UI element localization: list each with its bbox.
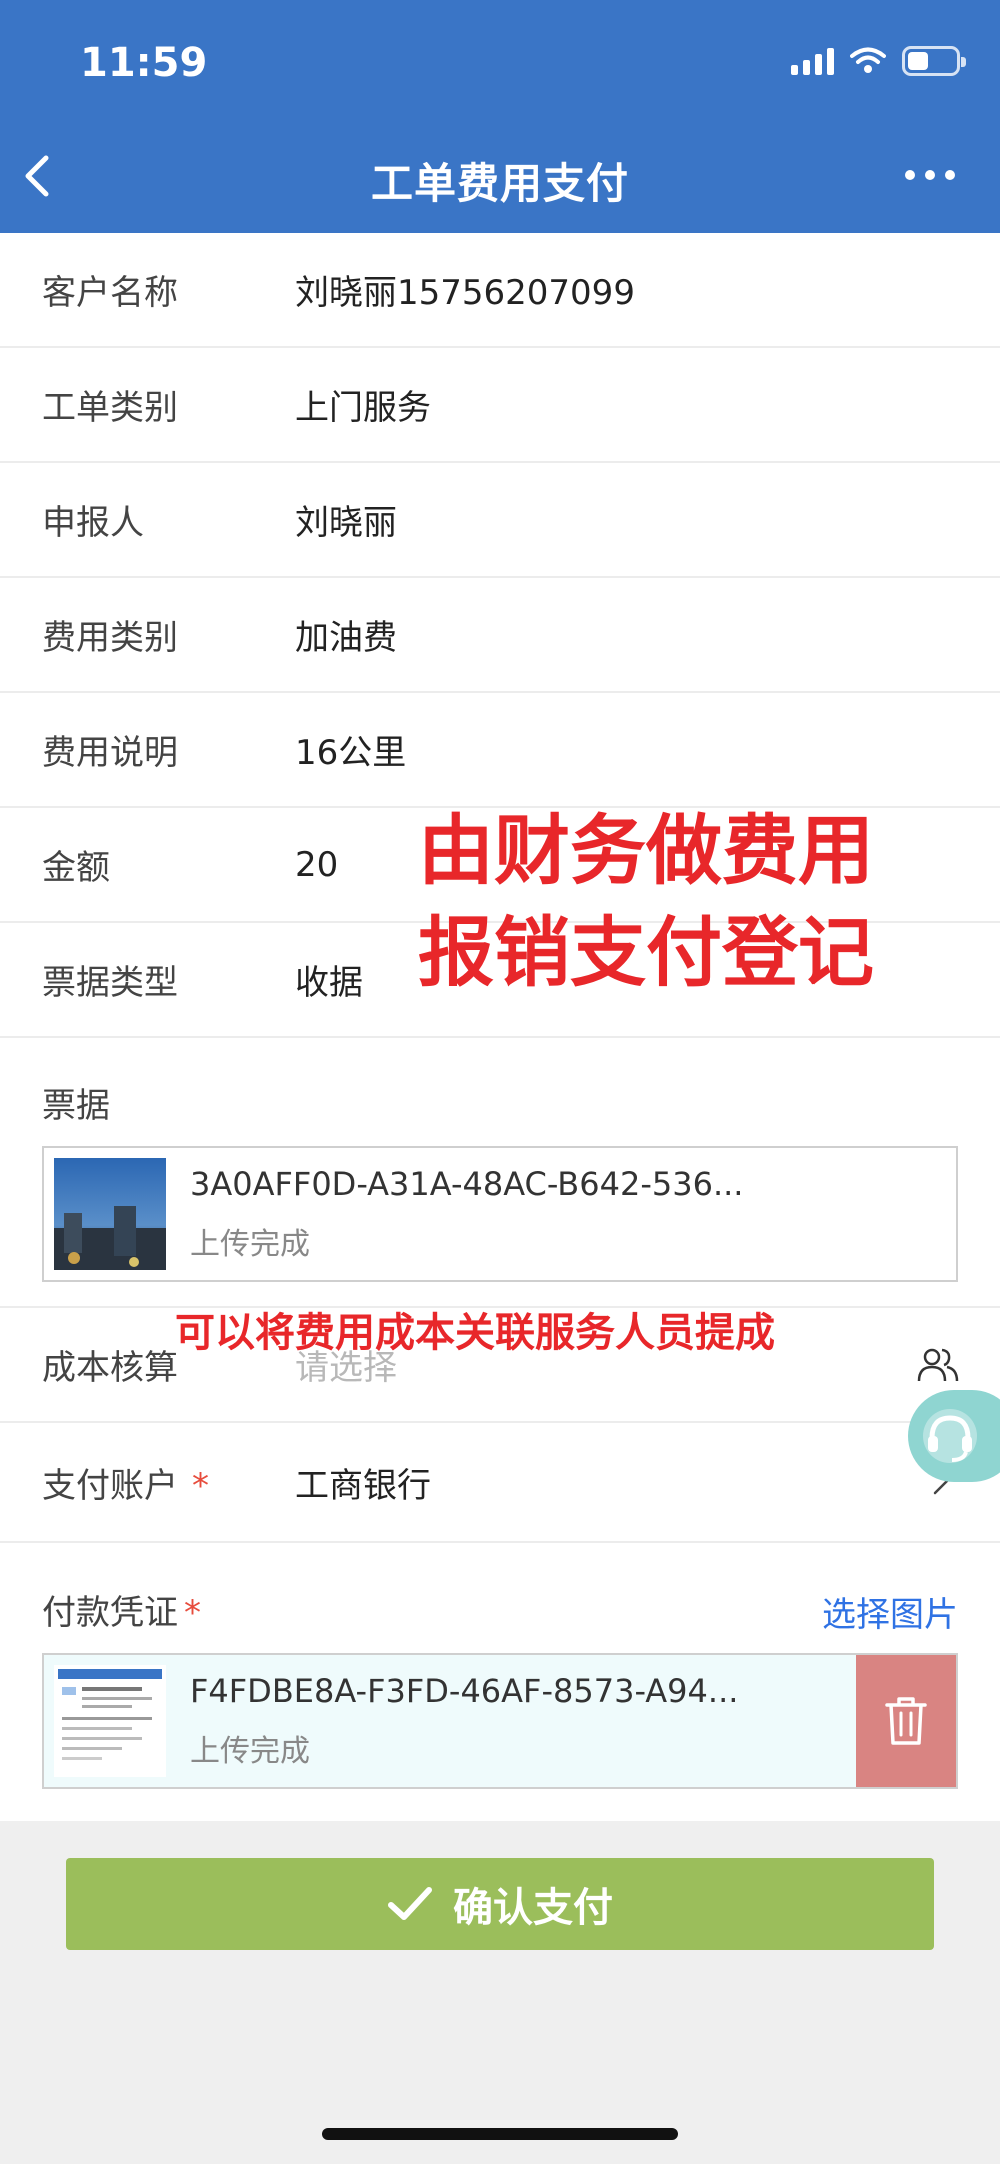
field-label: 费用类别	[42, 618, 178, 658]
field-label: 支付账户 *	[42, 1458, 209, 1507]
delete-voucher-button[interactable]	[856, 1655, 956, 1787]
field-value: 加油费	[295, 618, 397, 658]
field-applicant: 申报人 刘晓丽	[0, 463, 1000, 578]
field-value: 收据	[295, 963, 363, 1003]
field-label: 金额	[42, 848, 110, 888]
receipt-thumbnail	[54, 1158, 166, 1270]
required-mark: *	[184, 1593, 201, 1633]
voucher-file-card[interactable]: F4FDBE8A-F3FD-46AF-8573-A94... 上传完成	[42, 1653, 958, 1789]
field-label: 成本核算	[42, 1348, 178, 1388]
field-label: 费用说明	[42, 733, 178, 773]
payment-account-value[interactable]: 工商银行	[295, 1458, 431, 1507]
battery-icon	[902, 46, 966, 76]
field-expense-type: 费用类别 加油费	[0, 578, 1000, 693]
field-label: 付款凭证 *	[42, 1585, 201, 1634]
receipt-section: 票据 3A0AFF0D-A31A-48AC-B642-536... 上传完成	[0, 1038, 1000, 1308]
payment-voucher-section: 付款凭证 * 选择图片 F4FDBE8A-F3FD-46AF-8573-A94..…	[0, 1543, 1000, 1821]
cost-annotation: 可以将费用成本关联服务人员提成	[175, 1310, 775, 1356]
payment-voucher-label: 付款凭证	[42, 1593, 178, 1633]
finance-annotation-line2: 报销支付登记	[418, 908, 874, 997]
receipt-upload-status: 上传完成	[190, 1227, 310, 1262]
field-label: 票据类型	[42, 963, 178, 1003]
field-value: 刘晓丽	[295, 503, 397, 543]
wifi-icon	[850, 47, 886, 73]
cellular-signal-icon	[791, 47, 834, 75]
payment-account-label: 支付账户	[42, 1465, 178, 1506]
voucher-thumbnail	[54, 1665, 166, 1777]
field-value: 刘晓丽15756207099	[295, 273, 635, 313]
receipt-file-name: 3A0AFF0D-A31A-48AC-B642-536...	[190, 1165, 744, 1203]
field-expense-description: 费用说明 16公里	[0, 693, 1000, 808]
field-customer-name: 客户名称 刘晓丽15756207099	[0, 233, 1000, 348]
choose-image-link[interactable]: 选择图片	[822, 1587, 958, 1636]
finance-annotation-line1: 由财务做费用	[418, 806, 874, 895]
finance-annotation: 由财务做费用 报销支付登记	[418, 800, 874, 1004]
voucher-upload-status: 上传完成	[190, 1734, 310, 1769]
payment-form: 客户名称 刘晓丽15756207099 工单类别 上门服务 申报人 刘晓丽 费用…	[0, 233, 1000, 1821]
page-title: 工单费用支付	[370, 159, 629, 208]
confirm-payment-button[interactable]: 确认支付	[66, 1858, 934, 1950]
field-order-type: 工单类别 上门服务	[0, 348, 1000, 463]
required-mark: *	[192, 1465, 209, 1506]
receipt-label: 票据	[42, 1086, 110, 1126]
status-time: 11:59	[80, 40, 208, 86]
customer-service-button[interactable]	[908, 1390, 1000, 1482]
confirm-payment-label: 确认支付	[453, 1885, 613, 1931]
headset-icon	[923, 1409, 977, 1463]
field-value: 上门服务	[295, 388, 431, 428]
field-value: 16公里	[295, 733, 407, 773]
checkmark-icon	[388, 1887, 432, 1920]
people-icon[interactable]	[916, 1345, 960, 1385]
field-label: 客户名称	[42, 273, 178, 313]
field-value: 20	[295, 844, 339, 885]
field-label: 工单类别	[42, 388, 178, 428]
field-label: 申报人	[42, 503, 144, 543]
home-indicator[interactable]	[322, 2128, 678, 2140]
app-header: 11:59 工单费用支付	[0, 0, 1000, 233]
voucher-file-name: F4FDBE8A-F3FD-46AF-8573-A94...	[190, 1672, 739, 1710]
status-icons	[791, 46, 966, 76]
receipt-file-card[interactable]: 3A0AFF0D-A31A-48AC-B642-536... 上传完成	[42, 1146, 958, 1282]
trash-icon	[885, 1697, 927, 1745]
more-options-icon[interactable]	[905, 170, 955, 180]
field-payment-account[interactable]: 支付账户 * 工商银行	[0, 1423, 1000, 1543]
